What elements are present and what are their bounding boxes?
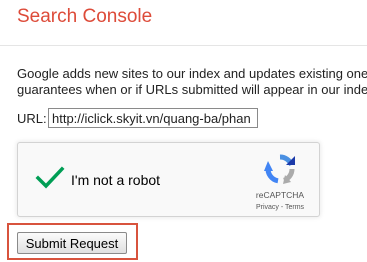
description-text: Google adds new sites to our index and u… <box>17 66 367 98</box>
terms-link[interactable]: Terms <box>285 204 304 211</box>
description-line-1: Google adds new sites to our index and u… <box>17 66 367 81</box>
privacy-link[interactable]: Privacy <box>256 204 279 211</box>
checkmark-icon[interactable] <box>35 165 65 191</box>
recaptcha-logo-icon <box>264 154 295 184</box>
recaptcha-brand-label: reCAPTCHA <box>255 190 305 200</box>
url-input[interactable] <box>48 108 258 128</box>
header: Search Console <box>0 0 367 45</box>
recaptcha-widget: I'm not a robot reCAPTCHA Privacy - Term… <box>17 142 320 217</box>
header-divider <box>0 45 367 46</box>
description-line-2: guarantees when or if URLs submitted wil… <box>17 82 367 97</box>
recaptcha-links: Privacy - Terms <box>244 204 316 211</box>
url-label: URL: <box>17 111 47 126</box>
app-title: Search Console <box>17 6 153 27</box>
recaptcha-label: I'm not a robot <box>71 172 161 188</box>
submit-request-button[interactable]: Submit Request <box>17 232 127 254</box>
